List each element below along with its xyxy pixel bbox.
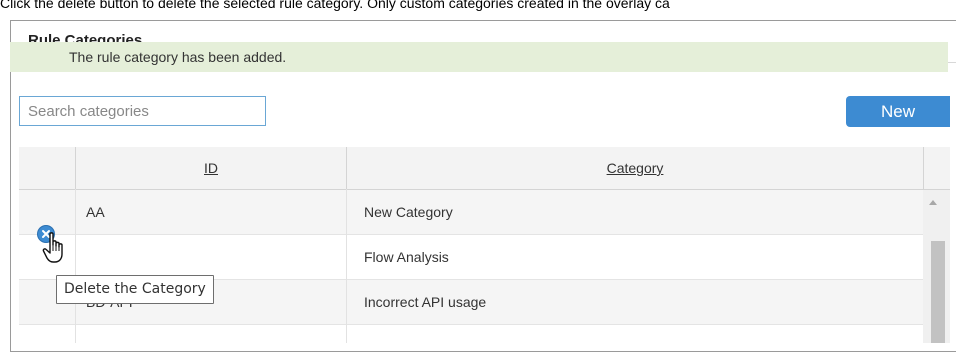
scrollbar-thumb[interactable] — [931, 241, 945, 343]
hand-pointer-icon — [42, 232, 63, 263]
header-scroll-spacer — [923, 147, 950, 189]
row-category: New Category — [364, 204, 453, 220]
delete-tooltip: Delete the Category — [56, 275, 214, 304]
row-category: Incorrect API usage — [364, 294, 487, 310]
table-row[interactable]: Flow Analysis — [19, 235, 923, 280]
column-header-id-label: ID — [204, 160, 218, 176]
categories-grid: ID Category AA New Category Flow Analysi… — [19, 147, 950, 343]
alert-message: The rule category has been added. — [69, 49, 287, 65]
search-input[interactable] — [19, 96, 266, 126]
column-header-id[interactable]: ID — [75, 147, 346, 189]
row-id: AA — [86, 204, 105, 220]
column-divider — [75, 189, 76, 343]
new-button[interactable]: New — [846, 96, 950, 127]
grid-header: ID Category — [19, 147, 950, 190]
row-category: Flow Analysis — [364, 249, 449, 265]
header-actions-cell — [19, 147, 75, 189]
column-divider — [346, 189, 347, 343]
column-header-category[interactable]: Category — [346, 147, 923, 189]
table-row[interactable]: AA New Category — [19, 190, 923, 235]
success-alert: The rule category has been added. — [10, 42, 948, 72]
instruction-caption: Click the delete button to delete the se… — [0, 0, 670, 11]
scroll-up-arrow-icon[interactable] — [929, 200, 937, 205]
column-header-category-label: Category — [606, 160, 664, 176]
